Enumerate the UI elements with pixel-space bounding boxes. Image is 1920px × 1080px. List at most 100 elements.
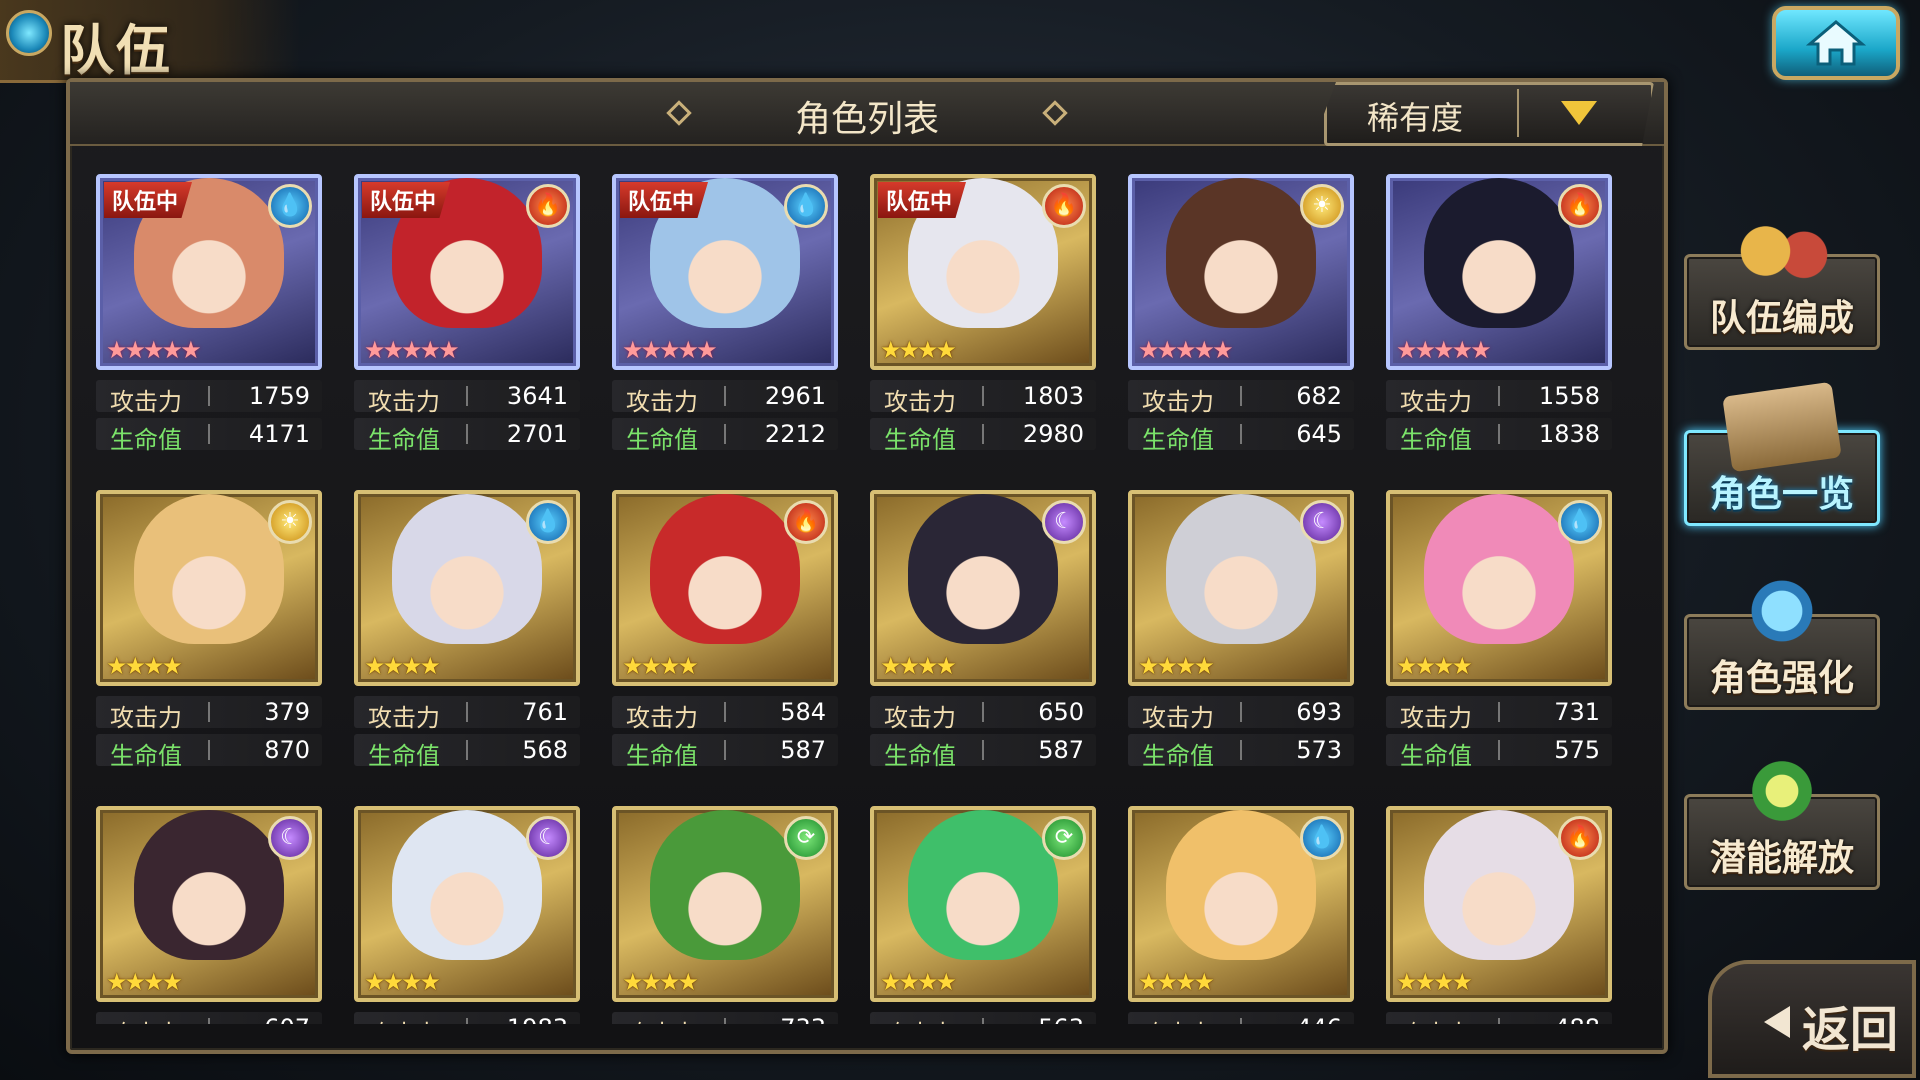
hp-value: 2212	[764, 420, 826, 448]
character-card[interactable]: 🔥★★★★攻击力488生命值	[1386, 806, 1612, 1024]
stat-divider	[1240, 1018, 1242, 1024]
hp-stat: 生命值 587	[870, 734, 1096, 770]
character-face	[669, 832, 781, 961]
light-element-icon: ☀	[268, 500, 312, 544]
party-members-icon	[1727, 213, 1837, 289]
character-portrait[interactable]: ⟳ ★★★★	[870, 806, 1096, 1002]
hp-label: 生命值	[626, 426, 698, 454]
hp-stat: 生命值 575	[1386, 734, 1612, 770]
sort-dropdown[interactable]: 稀有度	[1324, 82, 1654, 146]
attack-value: 1983	[507, 1014, 568, 1024]
attack-stat: 攻击力 1759	[96, 380, 322, 416]
character-enhance-button[interactable]: 角色强化	[1684, 573, 1880, 710]
water-element-icon: 💧	[1300, 816, 1344, 860]
character-portrait[interactable]: 💧 ★★★★	[354, 490, 580, 686]
attack-stat: 攻击力 1558	[1386, 380, 1612, 416]
potential-unlock-button[interactable]: 潜能解放	[1684, 753, 1880, 890]
character-card[interactable]: 💧 ★★★★ 攻击力 761 生命值 568	[354, 490, 580, 770]
rarity-stars: ★★★★	[106, 652, 183, 680]
hp-label: 生命值	[1142, 426, 1214, 454]
fire-element-icon: 🔥	[1558, 184, 1602, 228]
character-face	[153, 200, 265, 329]
hp-stat: 生命值 573	[1128, 734, 1354, 770]
character-face	[1443, 516, 1555, 645]
character-card[interactable]: ☾★★★★攻击力607生命值	[96, 806, 322, 1024]
stat-divider	[208, 740, 210, 760]
attack-value: 1759	[248, 382, 310, 410]
character-card[interactable]: 队伍中 💧 ★★★★★ 攻击力 2961 生命值 2212	[612, 174, 838, 454]
attack-stat: 攻击力 733	[612, 1012, 838, 1024]
rarity-stars: ★★★★★	[364, 336, 460, 364]
character-portrait[interactable]: ☀ ★★★★★	[1128, 174, 1354, 370]
character-card[interactable]: 💧 ★★★★ 攻击力 731 生命值 575	[1386, 490, 1612, 770]
character-card[interactable]: ☾ ★★★★ 攻击力 693 生命值 573	[1128, 490, 1354, 770]
side-label: 潜能解放	[1709, 838, 1854, 879]
character-card[interactable]: ⟳★★★★攻击力563生命值	[870, 806, 1096, 1024]
character-portrait[interactable]: 💧 ★★★★	[1386, 490, 1612, 686]
rarity-stars: ★★★★	[1138, 652, 1215, 680]
rarity-stars: ★★★★	[622, 652, 699, 680]
hp-stat: 生命值 645	[1128, 418, 1354, 454]
water-element-icon: 💧	[526, 500, 570, 544]
character-portrait[interactable]: 💧 ★★★★	[1128, 806, 1354, 1002]
character-card[interactable]: ☀ ★★★★ 攻击力 379 生命值 870	[96, 490, 322, 770]
character-card[interactable]: ⟳★★★★攻击力733生命值	[612, 806, 838, 1024]
stat-divider	[466, 702, 468, 722]
attack-value: 693	[1296, 698, 1342, 726]
character-portrait[interactable]: 🔥 ★★★★★	[1386, 174, 1612, 370]
stat-divider	[466, 424, 468, 444]
character-card[interactable]: 🔥 ★★★★★ 攻击力 1558 生命值 1838	[1386, 174, 1612, 454]
stat-divider	[208, 702, 210, 722]
character-card[interactable]: 队伍中 🔥 ★★★★ 攻击力 1803 生命值 2980	[870, 174, 1096, 454]
stat-divider	[208, 424, 210, 444]
character-card[interactable]: ☀ ★★★★★ 攻击力 682 生命值 645	[1128, 174, 1354, 454]
character-card[interactable]: 队伍中 🔥 ★★★★★ 攻击力 3641 生命值 2701	[354, 174, 580, 454]
character-card[interactable]: ☾★★★★攻击力1983生命值	[354, 806, 580, 1024]
party-formation-button[interactable]: 队伍编成	[1684, 213, 1880, 350]
attack-label: 攻击力	[884, 1014, 956, 1024]
attack-value: 379	[264, 698, 310, 726]
character-portrait[interactable]: ☾ ★★★★	[354, 806, 580, 1002]
attack-stat: 攻击力 1983	[354, 1012, 580, 1024]
hp-label: 生命值	[1400, 742, 1472, 770]
character-portrait[interactable]: ☾ ★★★★	[96, 806, 322, 1002]
hp-label: 生命值	[1142, 742, 1214, 770]
character-face	[1443, 832, 1555, 961]
character-overview-button[interactable]: 角色一览	[1684, 381, 1880, 526]
character-portrait[interactable]: ☾ ★★★★	[870, 490, 1096, 686]
back-button[interactable]: 返回	[1708, 960, 1916, 1078]
enhance-crystal-icon	[1727, 573, 1837, 649]
character-portrait[interactable]: 🔥 ★★★★	[1386, 806, 1612, 1002]
stat-divider	[982, 702, 984, 722]
character-card[interactable]: 💧★★★★攻击力446生命值	[1128, 806, 1354, 1024]
character-portrait[interactable]: 队伍中 🔥 ★★★★★	[354, 174, 580, 370]
attack-label: 攻击力	[1400, 388, 1472, 416]
character-portrait[interactable]: ☀ ★★★★	[96, 490, 322, 686]
attack-stat: 攻击力 488	[1386, 1012, 1612, 1024]
stat-divider	[208, 1018, 210, 1024]
water-element-icon: 💧	[1558, 500, 1602, 544]
stat-divider	[982, 424, 984, 444]
character-portrait[interactable]: ⟳ ★★★★	[612, 806, 838, 1002]
character-card[interactable]: 队伍中 💧 ★★★★★ 攻击力 1759 生命值 4171	[96, 174, 322, 454]
home-button[interactable]	[1772, 6, 1900, 80]
rarity-stars: ★★★★★	[622, 336, 718, 364]
character-portrait[interactable]: ☾ ★★★★	[1128, 490, 1354, 686]
character-card[interactable]: ☾ ★★★★ 攻击力 650 生命值 587	[870, 490, 1096, 770]
hp-label: 生命值	[368, 426, 440, 454]
hp-value: 587	[1038, 736, 1084, 764]
hp-stat: 生命值 587	[612, 734, 838, 770]
character-portrait[interactable]: 队伍中 💧 ★★★★★	[96, 174, 322, 370]
attack-value: 733	[780, 1014, 826, 1024]
chevron-down-icon[interactable]	[1561, 101, 1597, 125]
attack-stat: 攻击力 682	[1128, 380, 1354, 416]
stat-divider	[982, 740, 984, 760]
character-face	[669, 516, 781, 645]
character-portrait[interactable]: 🔥 ★★★★	[612, 490, 838, 686]
character-card[interactable]: 🔥 ★★★★ 攻击力 584 生命值 587	[612, 490, 838, 770]
character-portrait[interactable]: 队伍中 💧 ★★★★★	[612, 174, 838, 370]
rarity-stars: ★★★★	[1396, 652, 1473, 680]
attack-stat: 攻击力 446	[1128, 1012, 1354, 1024]
hp-value: 2701	[506, 420, 568, 448]
character-portrait[interactable]: 队伍中 🔥 ★★★★	[870, 174, 1096, 370]
